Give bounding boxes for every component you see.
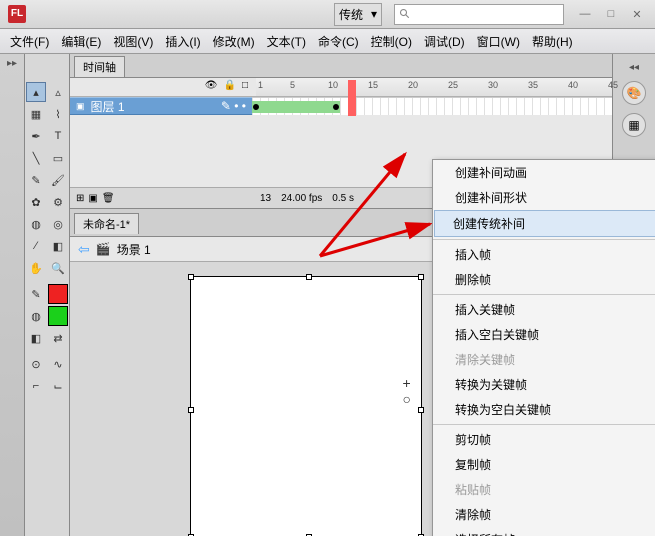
- maximize-button[interactable]: □: [601, 8, 621, 21]
- menubar: 文件(F) 编辑(E) 视图(V) 插入(I) 修改(M) 文本(T) 命令(C…: [0, 29, 655, 54]
- annotation-arrow: [310, 146, 440, 266]
- menu-help[interactable]: 帮助(H): [526, 33, 579, 50]
- new-layer-button[interactable]: ⊞: [76, 193, 84, 204]
- dock-left-expand[interactable]: ▸▸: [7, 58, 17, 69]
- delete-layer-button[interactable]: 🗑: [102, 193, 115, 204]
- option-2[interactable]: ⌙: [48, 376, 68, 396]
- context-menu: 创建补间动画创建补间形状创建传统补间插入帧删除帧插入关键帧插入空白关键帧清除关键…: [432, 159, 655, 536]
- playhead[interactable]: [348, 80, 356, 116]
- eyedropper-tool[interactable]: ⁄: [26, 236, 46, 256]
- app-logo: FL: [8, 5, 26, 23]
- zoom-tool[interactable]: 🔍: [48, 258, 68, 278]
- sel-handle[interactable]: [306, 274, 312, 280]
- context-item[interactable]: 创建补间动画: [433, 160, 655, 185]
- free-transform-tool[interactable]: ▦: [26, 104, 46, 124]
- context-item[interactable]: 清除帧: [433, 502, 655, 527]
- context-item[interactable]: 插入关键帧: [433, 297, 655, 322]
- paint-bucket-tool[interactable]: ◍: [26, 214, 46, 234]
- option-1[interactable]: ⌐: [26, 376, 46, 396]
- new-folder-button[interactable]: ▣: [88, 193, 97, 204]
- pen-tool[interactable]: ✒: [26, 126, 46, 146]
- workspace-label: 传统: [339, 6, 363, 23]
- context-item[interactable]: 创建传统补间: [434, 210, 655, 237]
- ink-bottle-tool[interactable]: ◎: [48, 214, 68, 234]
- menu-text[interactable]: 文本(T): [261, 33, 312, 50]
- layer-icon: ▣: [76, 101, 85, 112]
- context-item[interactable]: 创建补间形状: [433, 185, 655, 210]
- context-item[interactable]: 插入帧: [433, 242, 655, 267]
- line-tool[interactable]: ╲: [26, 148, 46, 168]
- eraser-tool[interactable]: ◧: [48, 236, 68, 256]
- workspace-dropdown[interactable]: 传统 ▾: [334, 3, 382, 26]
- stroke-color-icon: ✎: [26, 284, 46, 304]
- timeline-tab[interactable]: 时间轴: [74, 56, 125, 77]
- tween-span[interactable]: [252, 101, 340, 113]
- context-item[interactable]: 剪切帧: [433, 427, 655, 452]
- context-item: 粘贴帧: [433, 477, 655, 502]
- context-item[interactable]: 转换为关键帧: [433, 372, 655, 397]
- deco-tool[interactable]: ✿: [26, 192, 46, 212]
- subselection-tool[interactable]: ▵: [48, 82, 68, 102]
- color-panel-icon[interactable]: 🎨: [622, 81, 646, 105]
- rectangle-tool[interactable]: ▭: [48, 148, 68, 168]
- context-item[interactable]: 选择所有帧: [433, 527, 655, 536]
- frames-track[interactable]: [252, 97, 612, 115]
- lasso-tool[interactable]: ⌇: [48, 104, 68, 124]
- default-colors[interactable]: ◧: [26, 328, 46, 348]
- scene-icon: 🎬: [96, 242, 111, 256]
- snap-tool[interactable]: ⊙: [26, 354, 46, 374]
- fill-color-icon: ◍: [26, 306, 46, 326]
- context-item[interactable]: 复制帧: [433, 452, 655, 477]
- keyframe-1[interactable]: [252, 101, 260, 113]
- minimize-button[interactable]: —: [575, 8, 595, 21]
- stage[interactable]: +○: [190, 276, 422, 536]
- menu-edit[interactable]: 编辑(E): [55, 33, 107, 50]
- menu-file[interactable]: 文件(F): [4, 33, 55, 50]
- scene-name[interactable]: 场景 1: [117, 241, 151, 258]
- frames-ruler[interactable]: 1 5 10 15 20 25 30 35 40 45: [256, 78, 612, 96]
- swap-colors[interactable]: ⇄: [48, 328, 68, 348]
- search-icon: [399, 8, 411, 20]
- chevron-down-icon: ▾: [371, 7, 377, 21]
- frame-indicator: 13: [260, 193, 271, 204]
- document-tab[interactable]: 未命名-1*: [74, 213, 139, 234]
- toolbox: ▴▵ ▦⌇ ✒T ╲▭ ✎🖌 ✿⚙ ◍◎ ⁄◧ ✋🔍 ✎ ◍ ◧⇄ ⊙∿ ⌐⌙: [25, 54, 70, 536]
- stroke-color[interactable]: [48, 284, 68, 304]
- layer-name: 图层 1: [91, 98, 125, 115]
- brush-tool[interactable]: 🖌: [48, 170, 68, 190]
- sel-handle[interactable]: [188, 274, 194, 280]
- text-tool[interactable]: T: [48, 126, 68, 146]
- sel-handle[interactable]: [418, 407, 424, 413]
- close-button[interactable]: ✕: [627, 8, 647, 21]
- pencil-tool[interactable]: ✎: [26, 170, 46, 190]
- sel-handle[interactable]: [188, 407, 194, 413]
- smooth-tool[interactable]: ∿: [48, 354, 68, 374]
- context-item[interactable]: 删除帧: [433, 267, 655, 292]
- context-item[interactable]: 插入空白关键帧: [433, 322, 655, 347]
- menu-view[interactable]: 视图(V): [107, 33, 159, 50]
- layer-row[interactable]: ▣ 图层 1 ✎ • •: [70, 97, 252, 115]
- hand-tool[interactable]: ✋: [26, 258, 46, 278]
- swatches-panel-icon[interactable]: ▦: [622, 113, 646, 137]
- scene-back-button[interactable]: ⇦: [78, 241, 90, 258]
- outline-icon[interactable]: □: [242, 80, 248, 94]
- keyframe-2[interactable]: [332, 101, 340, 113]
- context-item[interactable]: 转换为空白关键帧: [433, 397, 655, 422]
- eye-icon[interactable]: 👁: [205, 80, 218, 94]
- registration-point: +○: [403, 375, 411, 407]
- bone-tool[interactable]: ⚙: [48, 192, 68, 212]
- menu-insert[interactable]: 插入(I): [159, 33, 206, 50]
- lock-icon[interactable]: 🔒: [224, 80, 236, 94]
- fill-color[interactable]: [48, 306, 68, 326]
- context-item: 清除关键帧: [433, 347, 655, 372]
- menu-control[interactable]: 控制(O): [365, 33, 418, 50]
- selection-tool[interactable]: ▴: [26, 82, 46, 102]
- menu-debug[interactable]: 调试(D): [418, 33, 471, 50]
- dock-right-expand[interactable]: ◂◂: [629, 62, 639, 73]
- search-input[interactable]: [394, 4, 564, 25]
- menu-commands[interactable]: 命令(C): [312, 33, 365, 50]
- menu-window[interactable]: 窗口(W): [471, 33, 526, 50]
- sel-handle[interactable]: [418, 274, 424, 280]
- menu-modify[interactable]: 修改(M): [207, 33, 261, 50]
